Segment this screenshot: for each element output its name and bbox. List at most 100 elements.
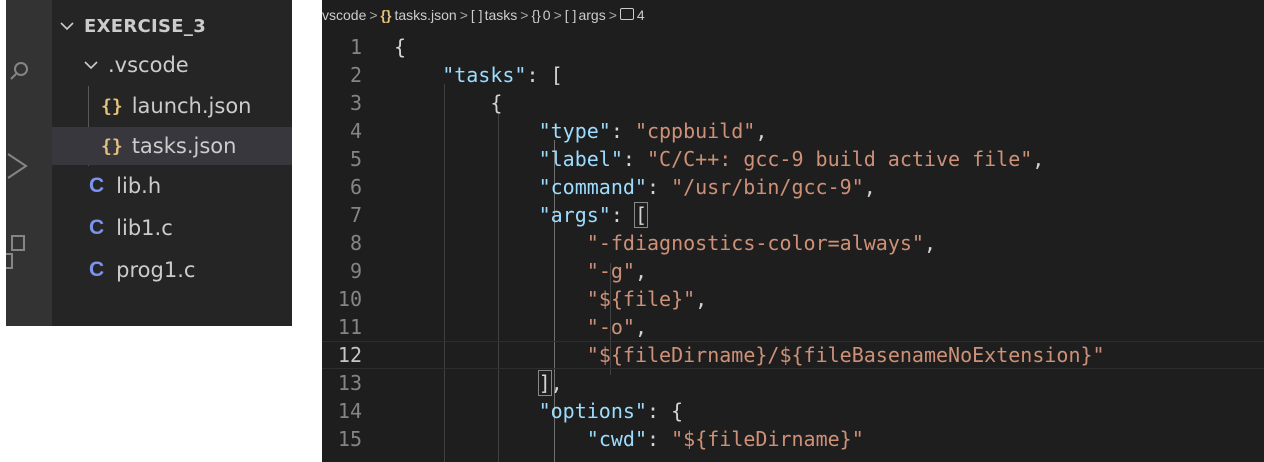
code-token: "-o" [586,315,635,339]
code-text: "type": "cppbuild", [539,117,768,145]
code-token: "${fileDirname}/${fileBasenameNoExtensio… [586,343,1105,367]
file-item-lib-h[interactable]: C lib.h [52,167,292,205]
code-token: : { [646,399,684,423]
code-token: "${fileDirname}" [671,427,864,451]
code-token: "args" [538,203,611,227]
code-token: : [610,203,635,227]
code-text: "cwd": "${fileDirname}" [587,425,864,453]
code-token: , [863,175,876,199]
file-item-launch-json[interactable]: {} launch.json [52,87,292,125]
code-token: : [647,427,672,451]
code-token: , [755,119,768,143]
code-line[interactable]: 7 "args": [ [322,201,1264,229]
file-item-tasks-json[interactable]: {} tasks.json [52,127,292,165]
line-number: 10 [337,287,362,311]
breadcrumb-item-index[interactable]: 0 [543,7,551,23]
search-icon[interactable] [6,52,36,88]
chevron-right-icon: > [553,7,562,23]
code-line[interactable]: 4 "type": "cppbuild", [322,117,1264,145]
code-line[interactable]: 10 "${file}", [322,285,1264,313]
number-icon [619,8,634,20]
code-token: "/usr/bin/gcc-9" [671,175,864,199]
code-line[interactable]: 1{ [322,33,1264,61]
array-icon: [ ] [564,7,577,23]
workspace-root[interactable]: EXERCISE_3 [52,7,292,45]
array-icon: [ ] [470,7,483,23]
code-token: , [550,371,563,395]
code-token: , [634,259,648,283]
code-text: { [394,33,406,61]
chevron-right-icon: > [369,7,378,23]
code-token: : [610,119,635,143]
line-number: 4 [349,119,362,143]
breadcrumb-item-tasks[interactable]: tasks [485,7,518,23]
code-token: "type" [538,119,611,143]
code-line[interactable]: 13], [322,369,1264,397]
folder-vscode[interactable]: .vscode [52,46,292,84]
c-file-icon: C [89,174,105,197]
extensions-icon[interactable] [6,232,36,269]
code-token: , [634,315,648,339]
file-item-lib1-c[interactable]: C lib1.c [52,209,292,247]
chevron-right-icon: > [459,7,468,23]
code-text: "-fdiagnostics-color=always", [587,229,936,257]
chevron-down-icon [82,56,100,74]
breadcrumb: vscode > {} tasks.json > [ ] tasks > {} … [322,0,1264,30]
c-file-icon: C [89,258,105,281]
code-text: "${fileDirname}/${fileBasenameNoExtensio… [587,342,1105,368]
line-number: 5 [349,147,362,171]
code-line[interactable]: 5 "label": "C/C++: gcc-9 build active fil… [322,145,1264,173]
file-label: lib.h [116,174,162,198]
code-line[interactable]: 8 "-fdiagnostics-color=always", [322,229,1264,257]
code-token: , [695,287,708,311]
folder-label: .vscode [108,53,189,77]
code-line[interactable]: 11 "-o", [322,313,1264,341]
chevron-down-icon [58,17,76,35]
code-text: "-g", [587,257,647,285]
chevron-right-icon: > [520,7,529,23]
json-file-icon: {} [101,135,123,157]
code-line[interactable]: 3{ [322,89,1264,117]
code-token: "options" [538,399,647,423]
explorer-panel: EXERCISE_3 .vscode {} launch.json {} tas… [6,0,292,326]
code-token: "-g" [586,259,635,283]
line-number: 15 [337,427,362,451]
code-line[interactable]: 12 "${fileDirname}/${fileBasenameNoExtens… [322,341,1264,369]
code-text: "label": "C/C++: gcc-9 build active file… [539,145,1045,173]
file-item-prog1-c[interactable]: C prog1.c [52,251,292,289]
chevron-right-icon: > [608,7,617,23]
run-debug-icon[interactable] [6,148,36,184]
code-token: "${file}" [586,287,696,311]
breadcrumb-item-args[interactable]: args [578,7,605,23]
c-file-icon: C [89,216,105,239]
code-line[interactable]: 2 "tasks": [ [322,61,1264,89]
breadcrumb-item-folder[interactable]: vscode [322,7,366,23]
activity-bar [6,0,52,326]
code-text: "tasks": [ [442,61,562,89]
code-text: "${file}", [587,285,707,313]
code-token: "cppbuild" [634,119,756,143]
code-token: { [394,35,407,59]
breadcrumb-item-number[interactable]: 4 [637,7,645,23]
code-editor[interactable]: vscode > {} tasks.json > [ ] tasks > {} … [322,0,1264,462]
code-line[interactable]: 15 "cwd": "${fileDirname}" [322,425,1264,453]
code-token: : [646,175,672,199]
object-icon: {} [531,7,541,23]
code-token: : [ [526,63,563,87]
line-number: 13 [337,371,362,395]
code-text: { [490,89,502,117]
code-line[interactable]: 6 "command": "/usr/bin/gcc-9", [322,173,1264,201]
line-number: 6 [349,175,362,199]
code-line[interactable]: 9 "-g", [322,257,1264,285]
breadcrumb-item-file[interactable]: tasks.json [394,7,456,23]
code-token: "tasks" [442,63,527,87]
file-tree: EXERCISE_3 .vscode {} launch.json {} tas… [52,0,292,326]
code-token: "command" [538,175,647,199]
file-label: prog1.c [116,258,196,282]
file-label: launch.json [131,94,252,118]
line-number: 1 [349,35,362,59]
code-token: { [490,91,503,115]
code-token: ] [537,370,552,396]
line-number: 12 [337,343,362,367]
code-line[interactable]: 14 "options": { [322,397,1264,425]
